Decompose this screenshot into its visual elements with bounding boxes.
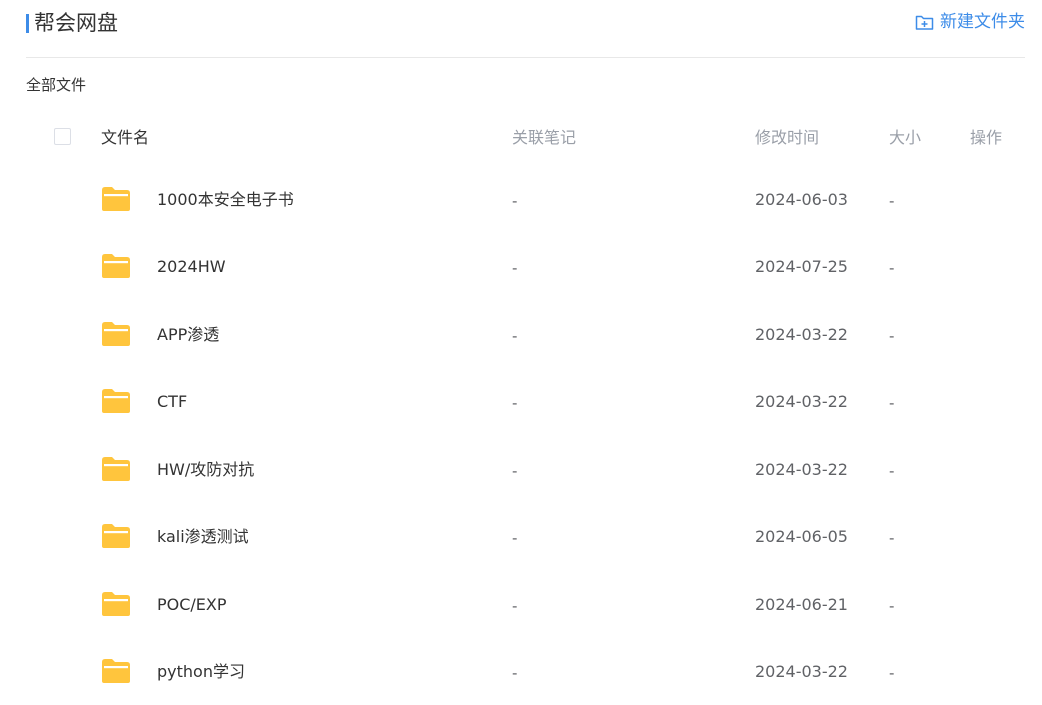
folder-icon bbox=[102, 592, 130, 616]
file-name[interactable]: python学习 bbox=[157, 661, 245, 683]
file-row[interactable]: CTF - 2024-03-22 - bbox=[0, 368, 1042, 435]
new-folder-label: 新建文件夹 bbox=[940, 12, 1025, 32]
file-note: - bbox=[512, 394, 518, 412]
file-size: - bbox=[889, 664, 895, 682]
folder-plus-icon bbox=[915, 15, 934, 30]
file-name[interactable]: 2024HW bbox=[157, 256, 226, 278]
file-name[interactable]: kali渗透测试 bbox=[157, 526, 249, 548]
file-size: - bbox=[889, 597, 895, 615]
column-header-note: 关联笔记 bbox=[512, 128, 577, 147]
column-header-op: 操作 bbox=[970, 128, 1003, 147]
column-header-size: 大小 bbox=[889, 128, 922, 147]
file-time: 2024-06-03 bbox=[755, 190, 848, 209]
file-row[interactable]: POC/EXP - 2024-06-21 - bbox=[0, 571, 1042, 638]
file-note: - bbox=[512, 529, 518, 547]
file-size: - bbox=[889, 394, 895, 412]
file-time: 2024-06-21 bbox=[755, 595, 848, 614]
file-row[interactable]: python学习 - 2024-03-22 - bbox=[0, 638, 1042, 705]
new-folder-button[interactable]: 新建文件夹 bbox=[915, 10, 1025, 34]
file-row[interactable]: HW/攻防对抗 - 2024-03-22 - bbox=[0, 436, 1042, 503]
folder-icon bbox=[102, 457, 130, 481]
file-note: - bbox=[512, 462, 518, 480]
folder-icon bbox=[102, 322, 130, 346]
file-note: - bbox=[512, 327, 518, 345]
file-name[interactable]: APP渗透 bbox=[157, 324, 219, 346]
column-header-name[interactable]: 文件名 bbox=[101, 127, 149, 149]
column-header-time[interactable]: 修改时间 bbox=[755, 127, 819, 149]
file-time: 2024-03-22 bbox=[755, 392, 848, 411]
file-name[interactable]: CTF bbox=[157, 391, 187, 413]
folder-icon bbox=[102, 187, 130, 211]
folder-icon bbox=[102, 254, 130, 278]
file-size: - bbox=[889, 462, 895, 480]
title-accent-bar bbox=[26, 14, 29, 33]
folder-icon bbox=[102, 524, 130, 548]
file-time: 2024-03-22 bbox=[755, 460, 848, 479]
breadcrumb[interactable]: 全部文件 bbox=[26, 75, 86, 95]
file-name[interactable]: HW/攻防对抗 bbox=[157, 459, 254, 481]
file-row[interactable]: kali渗透测试 - 2024-06-05 - bbox=[0, 503, 1042, 570]
file-size: - bbox=[889, 327, 895, 345]
file-row[interactable]: 2024HW - 2024-07-25 - bbox=[0, 233, 1042, 300]
file-name[interactable]: POC/EXP bbox=[157, 594, 227, 616]
file-name[interactable]: 1000本安全电子书 bbox=[157, 189, 294, 211]
page-header: 帮会网盘 新建文件夹 bbox=[26, 0, 1025, 58]
file-row[interactable]: 1000本安全电子书 - 2024-06-03 - bbox=[0, 166, 1042, 233]
file-row[interactable]: APP渗透 - 2024-03-22 - bbox=[0, 301, 1042, 368]
file-time: 2024-03-22 bbox=[755, 662, 848, 681]
folder-icon bbox=[102, 659, 130, 683]
table-header: 文件名 关联笔记 修改时间 大小 操作 bbox=[0, 118, 1042, 158]
file-time: 2024-06-05 bbox=[755, 527, 848, 546]
file-size: - bbox=[889, 529, 895, 547]
file-note: - bbox=[512, 259, 518, 277]
file-size: - bbox=[889, 192, 895, 210]
page-title: 帮会网盘 bbox=[34, 11, 118, 35]
file-time: 2024-07-25 bbox=[755, 257, 848, 276]
file-time: 2024-03-22 bbox=[755, 325, 848, 344]
file-note: - bbox=[512, 192, 518, 210]
folder-icon bbox=[102, 389, 130, 413]
file-size: - bbox=[889, 259, 895, 277]
file-note: - bbox=[512, 664, 518, 682]
select-all-checkbox[interactable] bbox=[54, 128, 71, 145]
file-note: - bbox=[512, 597, 518, 615]
